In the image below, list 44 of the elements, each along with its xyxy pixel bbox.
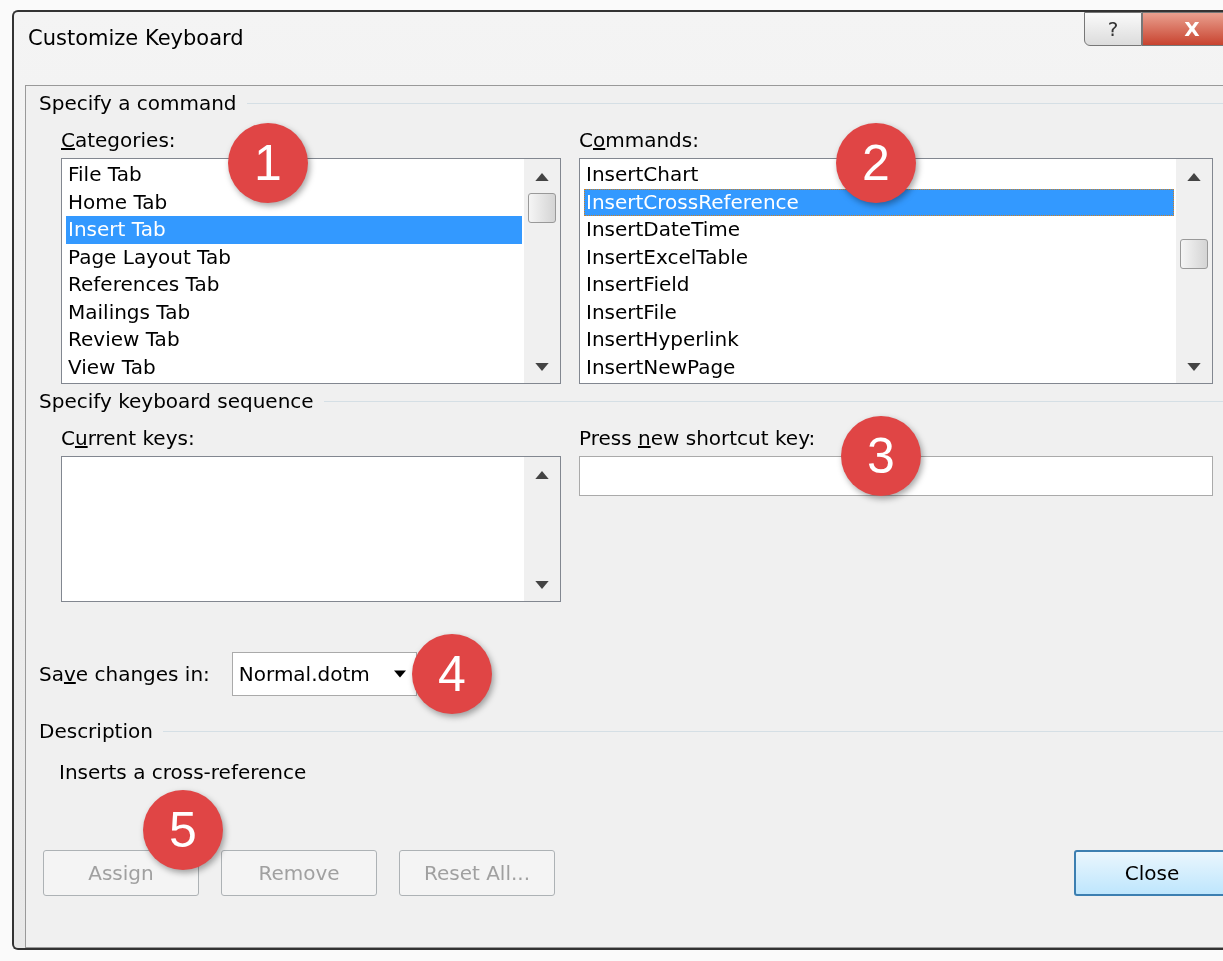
- list-item[interactable]: InsertField: [584, 271, 694, 299]
- list-item[interactable]: InsertFile: [584, 298, 681, 326]
- list-item[interactable]: References Tab: [66, 271, 224, 299]
- scroll-down-arrow-icon[interactable]: [535, 581, 549, 589]
- list-item[interactable]: InsertHyperlink: [584, 326, 743, 354]
- field-label: Commands:: [579, 128, 700, 152]
- group-title: Description: [39, 719, 153, 743]
- caret-icon: [393, 670, 406, 678]
- group-title: Specify keyboard sequence: [39, 389, 314, 413]
- scrollbar[interactable]: [524, 457, 560, 601]
- dialog-button[interactable]: Close: [1074, 850, 1223, 896]
- list-item[interactable]: Home Tab: [66, 188, 172, 216]
- list-item[interactable]: Mailings Tab: [66, 298, 195, 326]
- number-badge: 4: [411, 634, 492, 714]
- scroll-thumb[interactable]: [528, 193, 556, 223]
- scroll-up-arrow-icon[interactable]: [535, 173, 549, 181]
- list-item[interactable]: View Tab: [66, 353, 160, 381]
- number-badge: 5: [143, 790, 223, 870]
- list-item[interactable]: InsertExcelTable: [584, 243, 753, 271]
- scroll-down-arrow-icon[interactable]: [535, 363, 549, 371]
- scroll-thumb[interactable]: [1180, 239, 1208, 269]
- window-title: Customize Keyboard: [28, 26, 244, 50]
- field-label: Press new shortcut key:: [579, 426, 817, 450]
- description-text: Inserts a cross-reference: [59, 760, 308, 784]
- list-item[interactable]: File Tab: [66, 161, 146, 189]
- scroll-up-arrow-icon[interactable]: [1187, 173, 1201, 181]
- field-label: Save changes in:: [39, 662, 210, 686]
- field-label: Categories:: [61, 128, 177, 152]
- number-badge: 3: [841, 416, 921, 496]
- list-item[interactable]: Review Tab: [66, 326, 184, 354]
- group-title: Specify a command: [39, 91, 237, 115]
- save-location-dropdown[interactable]: Normal.dotm: [231, 652, 417, 696]
- list-item[interactable]: InsertNewPage: [584, 353, 740, 381]
- scroll-up-arrow-icon[interactable]: [535, 471, 549, 479]
- field-label: Current keys:: [61, 426, 196, 450]
- number-badge: 2: [836, 123, 916, 203]
- scrollbar[interactable]: [1176, 159, 1212, 383]
- number-badge: 1: [228, 123, 308, 203]
- list-item[interactable]: Page Layout Tab: [66, 243, 235, 271]
- scrollbar[interactable]: [524, 159, 560, 383]
- help-button[interactable]: ?: [1084, 12, 1142, 46]
- scroll-down-arrow-icon[interactable]: [1187, 363, 1201, 371]
- list-item[interactable]: InsertChart: [584, 161, 703, 189]
- list-item[interactable]: InsertDateTime: [584, 216, 745, 244]
